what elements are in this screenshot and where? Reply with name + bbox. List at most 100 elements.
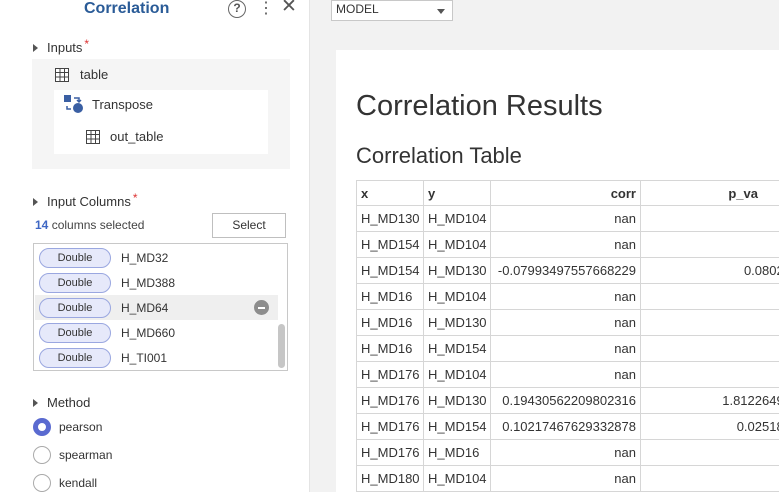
cell-x: H_MD130 xyxy=(356,205,424,232)
radio-unchecked-icon[interactable] xyxy=(33,474,51,492)
inputs-section-toggle[interactable]: Inputs * xyxy=(33,36,90,55)
cell-y: H_MD130 xyxy=(423,387,491,414)
correlation-panel: Correlation ? ⋮ ✕ Inputs * table Transpo… xyxy=(0,0,310,492)
more-options-icon[interactable]: ⋮ xyxy=(258,0,274,18)
caret-right-icon xyxy=(33,398,38,407)
table-row: H_MD130 H_MD104 nan xyxy=(356,205,779,232)
input-columns-section-toggle[interactable]: Input Columns * xyxy=(33,190,138,209)
cell-y: H_MD130 xyxy=(423,309,491,336)
tree-item-out-table-label: out_table xyxy=(110,129,164,144)
model-dropdown-value: MODEL xyxy=(336,2,379,16)
cell-p-value xyxy=(640,283,779,310)
cell-p-value xyxy=(640,309,779,336)
cell-p-value xyxy=(640,335,779,362)
required-mark: * xyxy=(84,36,90,51)
cell-y: H_MD130 xyxy=(423,257,491,284)
cell-corr: -0.07993497557668229 xyxy=(490,257,641,284)
cell-corr: nan xyxy=(490,283,641,310)
cell-x: H_MD154 xyxy=(356,231,424,258)
tree-item-table[interactable]: table xyxy=(55,67,108,82)
radio-checked-icon[interactable] xyxy=(33,418,51,436)
type-badge: Double xyxy=(39,247,111,268)
page-title: Correlation Results xyxy=(356,90,603,122)
cell-p-value: 0.025184569141875 xyxy=(640,413,779,440)
column-header-p-value[interactable]: p_va xyxy=(640,180,779,206)
cell-x: H_MD180 xyxy=(356,465,424,492)
list-item[interactable]: Double H_MD388 xyxy=(35,270,278,295)
column-name: H_MD32 xyxy=(121,250,169,265)
help-icon[interactable]: ? xyxy=(228,0,246,18)
table-row: H_MD154 H_MD104 nan xyxy=(356,231,779,258)
cell-corr: nan xyxy=(490,439,641,466)
table-row: H_MD16 H_MD130 nan xyxy=(356,309,779,336)
input-columns-label: Input Columns xyxy=(47,194,131,209)
column-header-y[interactable]: y xyxy=(423,180,491,206)
cell-p-value xyxy=(640,361,779,388)
table-row: H_MD176 H_MD130 0.19430562209802316 1.81226… xyxy=(356,387,779,414)
table-row: H_MD154H_MD130-0.079934975576682290.0802… xyxy=(356,257,779,284)
type-badge: Double xyxy=(39,272,111,293)
required-mark: * xyxy=(132,190,138,205)
radio-unchecked-icon[interactable] xyxy=(33,446,51,464)
cell-x: H_MD176 xyxy=(356,439,424,466)
cell-y: H_MD154 xyxy=(423,413,491,440)
table-icon xyxy=(86,129,100,144)
correlation-table: x y corr p_va H_MD130 H_MD104 nan H_MD154 H_… xyxy=(356,180,779,492)
method-option-kendall[interactable]: kendall xyxy=(33,474,97,492)
method-section-toggle[interactable]: Method xyxy=(33,395,90,410)
table-header-row: x y corr p_va xyxy=(356,180,779,206)
columns-selected-text: columns selected xyxy=(51,218,145,232)
cell-p-value xyxy=(640,465,779,492)
table-icon xyxy=(55,67,69,82)
caret-right-icon xyxy=(33,43,38,52)
cell-p-value xyxy=(640,439,779,466)
table-row: H_MD176H_MD1540.102174676293328780.02518… xyxy=(356,413,779,440)
cell-p-value: 1.81226490199316746 xyxy=(640,387,779,414)
column-name: H_MD64 xyxy=(121,300,169,315)
table-row: H_MD180 H_MD104 nan xyxy=(356,465,779,492)
column-name: H_TI001 xyxy=(121,350,168,365)
tree-item-table-label: table xyxy=(80,67,109,82)
cell-corr: nan xyxy=(490,465,641,492)
method-option-label: kendall xyxy=(59,476,98,490)
column-header-x[interactable]: x xyxy=(356,180,424,206)
table-title: Correlation Table xyxy=(356,143,522,168)
cell-corr: 0.10217467629332878 xyxy=(490,413,641,440)
table-row: H_MD176 H_MD16 nan xyxy=(356,439,779,466)
type-badge: Double xyxy=(39,322,111,343)
list-item[interactable]: Double H_MD32 xyxy=(35,245,278,270)
close-icon[interactable]: ✕ xyxy=(281,0,297,16)
cell-p-value xyxy=(640,205,779,232)
method-option-label: spearman xyxy=(59,448,113,462)
model-dropdown[interactable]: MODEL xyxy=(331,0,453,21)
transpose-icon xyxy=(64,95,83,113)
columns-scrollbar[interactable] xyxy=(278,324,285,368)
list-item[interactable]: Double H_MD64 xyxy=(35,295,278,320)
cell-y: H_MD104 xyxy=(423,465,491,492)
cell-corr: 0.19430562209802316 xyxy=(490,387,641,414)
method-option-pearson[interactable]: pearson xyxy=(33,418,102,436)
method-option-spearman[interactable]: spearman xyxy=(33,446,112,464)
column-name: H_MD388 xyxy=(121,275,176,290)
cell-x: H_MD176 xyxy=(356,361,424,388)
tree-item-out-table[interactable]: out_table xyxy=(86,129,164,144)
tree-item-transpose[interactable]: Transpose xyxy=(64,95,153,113)
column-header-corr[interactable]: corr xyxy=(490,180,641,206)
remove-column-icon[interactable] xyxy=(254,300,269,315)
selected-columns-list[interactable]: Double H_MD32 Double H_MD388 Double H_MD… xyxy=(33,243,288,371)
tree-item-transpose-label: Transpose xyxy=(92,96,153,112)
column-name: H_MD660 xyxy=(121,325,176,340)
method-label: Method xyxy=(47,395,91,410)
method-option-label: pearson xyxy=(59,420,103,434)
cell-y: H_MD104 xyxy=(423,231,491,258)
list-item[interactable]: Double H_MD660 xyxy=(35,320,278,345)
select-columns-button[interactable]: Select xyxy=(212,213,286,238)
results-panel: Correlation Results Correlation Table x … xyxy=(336,50,779,492)
cell-x: H_MD176 xyxy=(356,413,424,440)
caret-right-icon xyxy=(33,197,38,206)
cell-x: H_MD154 xyxy=(356,257,424,284)
cell-corr: nan xyxy=(490,205,641,232)
columns-selected-summary: 14 columns selected xyxy=(35,218,144,232)
list-item[interactable]: Double H_TI001 xyxy=(35,345,278,370)
cell-corr: nan xyxy=(490,231,641,258)
